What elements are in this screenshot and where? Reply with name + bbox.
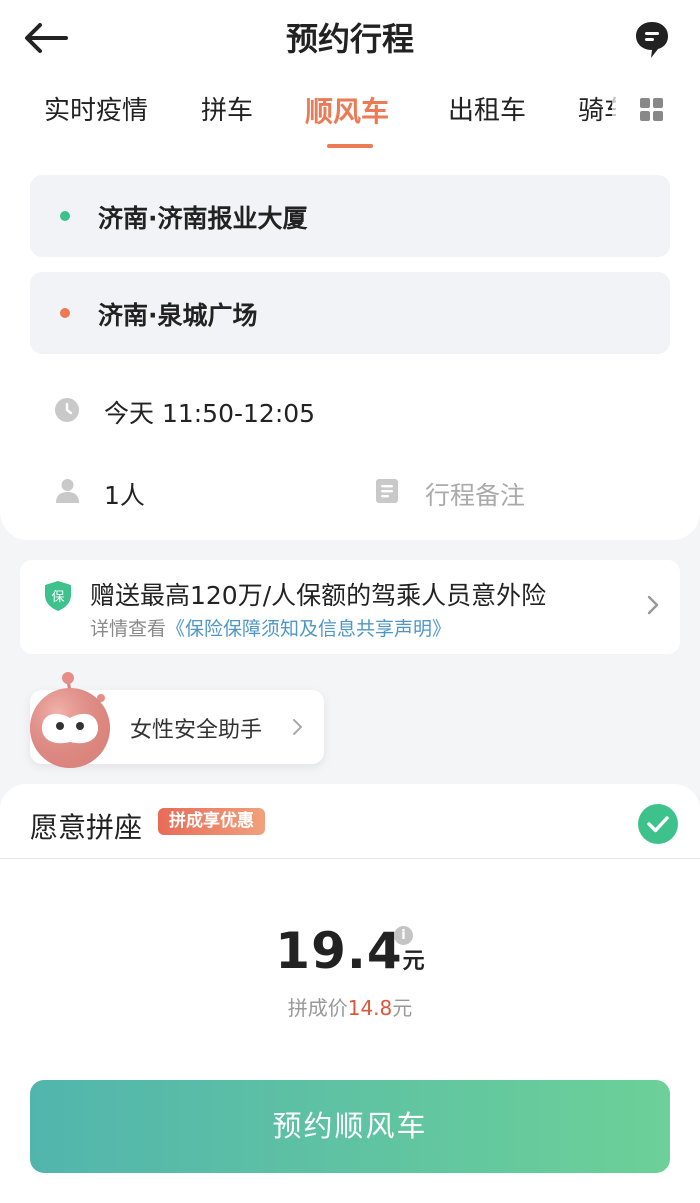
- tab-covid[interactable]: 实时疫情: [44, 90, 148, 127]
- insurance-title: 赠送最高120万/人保额的驾乘人员意外险: [90, 581, 547, 610]
- mascot-icon: [30, 672, 110, 768]
- active-tab-indicator: [327, 144, 373, 148]
- insurance-detail: 详情查看《保险保障须知及信息共享声明》: [90, 614, 451, 641]
- origin-dot: [60, 211, 70, 221]
- book-hitch-ride-button[interactable]: 预约顺风车: [30, 1080, 670, 1173]
- trip-note-field[interactable]: 行程备注: [425, 476, 525, 512]
- category-tabs: 实时疫情 拼车 顺风车 出租车 骑车: [0, 80, 700, 150]
- carpool-price: 拼成价14.8元: [0, 992, 700, 1021]
- carpool-option-label: 愿意拼座: [30, 811, 143, 844]
- price-amount: 19.4: [275, 922, 403, 980]
- carpool-price-unit: 元: [392, 996, 413, 1020]
- destination-text: 济南·泉城广场: [98, 301, 258, 330]
- shield-icon-text: 保: [51, 590, 64, 605]
- price-display: 19.4元: [0, 922, 700, 980]
- tab-bike[interactable]: 骑车: [578, 90, 616, 130]
- note-icon: [376, 479, 398, 503]
- tab-taxi[interactable]: 出租车: [448, 90, 526, 127]
- carpool-price-amount: 14.8: [347, 996, 393, 1020]
- carpool-discount-badge: 拼成享优惠: [158, 808, 265, 835]
- passenger-count[interactable]: 1人: [104, 476, 145, 512]
- chevron-right-icon: [647, 595, 659, 615]
- message-icon[interactable]: [634, 20, 670, 60]
- price-unit: 元: [402, 949, 425, 974]
- destination-field[interactable]: 济南·泉城广场: [30, 272, 670, 354]
- tab-hitch-ride[interactable]: 顺风车: [305, 90, 389, 130]
- check-icon: [647, 816, 669, 833]
- insurance-policy-link[interactable]: 《保险保障须知及信息共享声明》: [166, 618, 451, 640]
- grid-icon: [640, 98, 664, 122]
- divider: [0, 858, 700, 859]
- app-header: 预约行程: [0, 0, 700, 76]
- page-title: 预约行程: [285, 20, 414, 58]
- tab-bike-label: 骑车: [578, 96, 616, 126]
- carpool-checkbox[interactable]: [638, 804, 678, 844]
- person-icon: [56, 479, 79, 503]
- insurance-banner[interactable]: 保 赠送最高120万/人保额的驾乘人员意外险 详情查看《保险保障须知及信息共享声…: [20, 560, 680, 654]
- destination-dot: [60, 308, 70, 318]
- departure-time[interactable]: 今天 11:50-12:05: [104, 394, 315, 430]
- clock-icon: [55, 398, 79, 422]
- carpool-price-prefix: 拼成价: [287, 996, 348, 1020]
- safety-assistant-label: 女性安全助手: [130, 718, 263, 743]
- origin-text: 济南·济南报业大厦: [98, 204, 308, 233]
- insurance-detail-prefix: 详情查看: [90, 618, 167, 640]
- booking-panel: 愿意拼座 拼成享优惠 19.4元 i 拼成价14.8元 预约顺风车: [0, 784, 700, 1203]
- shield-icon: 保: [45, 581, 71, 611]
- trip-form-area: 预约行程 实时疫情 拼车 顺风车 出租车 骑车 济南·济南报业大厦 济南·泉城广…: [0, 0, 700, 540]
- chevron-right-icon: [293, 719, 302, 735]
- price-info-icon[interactable]: i: [394, 926, 413, 945]
- tab-carpool[interactable]: 拼车: [201, 90, 253, 127]
- more-tabs-button[interactable]: [612, 80, 700, 142]
- origin-field[interactable]: 济南·济南报业大厦: [30, 175, 670, 257]
